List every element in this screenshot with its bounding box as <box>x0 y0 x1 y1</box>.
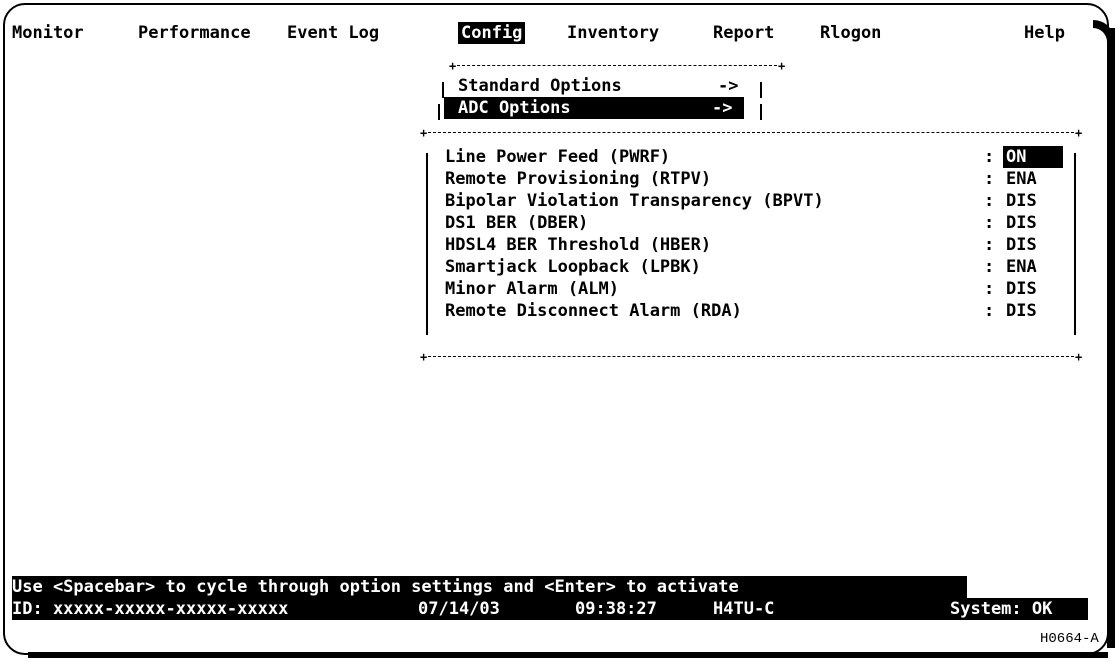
frame-shadow-right <box>1107 28 1115 648</box>
option-sep: : <box>984 235 995 255</box>
option-value-rda[interactable]: DIS <box>1006 300 1037 322</box>
panel-corner-br: + <box>1075 350 1083 364</box>
submenu-border-right-2 <box>760 104 762 120</box>
option-value-lpbk[interactable]: ENA <box>1006 256 1037 278</box>
status-time: 09:38:27 <box>575 599 657 619</box>
option-label-dber: DS1 BER (DBER) <box>445 213 589 233</box>
menu-config[interactable]: Config <box>458 22 526 44</box>
submenu-corner-tr: + <box>778 59 786 73</box>
status-date: 07/14/03 <box>418 599 500 619</box>
submenu-standard-arrow: -> <box>718 76 739 96</box>
submenu-border-right <box>760 82 762 98</box>
menu-inventory[interactable]: Inventory <box>567 22 659 44</box>
submenu-adc-options[interactable]: ADC Options <box>458 97 571 119</box>
option-value-hber[interactable]: DIS <box>1006 234 1037 256</box>
status-unit: H4TU-C <box>713 599 775 619</box>
option-sep: : <box>984 279 995 299</box>
panel-corner-tl: + <box>420 126 428 140</box>
menu-help[interactable]: Help <box>1024 22 1065 44</box>
option-label-bpvt: Bipolar Violation Transparency (BPVT) <box>445 191 824 211</box>
option-sep: : <box>984 301 995 321</box>
figure-id-label: H0664-A <box>1040 631 1099 647</box>
panel-corner-tr: + <box>1075 126 1083 140</box>
panel-border-bottom <box>428 356 1074 357</box>
submenu-standard-options[interactable]: Standard Options <box>458 75 622 97</box>
option-label-alm: Minor Alarm (ALM) <box>445 279 619 299</box>
menu-event-log[interactable]: Event Log <box>287 22 379 44</box>
option-sep: : <box>984 257 995 277</box>
hint-text: Use <Spacebar> to cycle through option s… <box>12 577 739 597</box>
submenu-adc-arrow: -> <box>712 98 733 118</box>
option-sep: : <box>984 213 995 233</box>
menu-rlogon[interactable]: Rlogon <box>820 22 881 44</box>
option-value-dber[interactable]: DIS <box>1006 212 1037 234</box>
option-sep: : <box>984 147 995 167</box>
panel-border-right <box>1074 153 1076 335</box>
panel-border-top <box>428 132 1074 133</box>
status-id: ID: xxxxx-xxxxx-xxxxx-xxxxx <box>12 599 289 619</box>
panel-corner-bl: + <box>420 350 428 364</box>
submenu-border-left-2 <box>438 104 440 120</box>
option-label-rda: Remote Disconnect Alarm (RDA) <box>445 301 742 321</box>
option-label-pwrf: Line Power Feed (PWRF) <box>445 147 671 167</box>
submenu-corner-tl: + <box>449 59 457 73</box>
menu-performance[interactable]: Performance <box>138 22 251 44</box>
option-label-rtpv: Remote Provisioning (RTPV) <box>445 169 712 189</box>
option-value-alm[interactable]: DIS <box>1006 278 1037 300</box>
menu-monitor[interactable]: Monitor <box>12 22 84 44</box>
option-label-lpbk: Smartjack Loopback (LPBK) <box>445 257 701 277</box>
menu-report[interactable]: Report <box>713 22 774 44</box>
option-label-hber: HDSL4 BER Threshold (HBER) <box>445 235 712 255</box>
option-value-pwrf[interactable]: ON <box>1003 146 1063 168</box>
option-sep: : <box>984 169 995 189</box>
status-system: System: OK <box>950 599 1053 619</box>
option-value-rtpv[interactable]: ENA <box>1006 168 1037 190</box>
option-value-bpvt[interactable]: DIS <box>1006 190 1037 212</box>
submenu-border-left <box>442 82 444 98</box>
frame-shadow-bottom <box>28 652 1108 658</box>
panel-border-left <box>426 153 428 335</box>
submenu-border-top <box>457 65 777 66</box>
option-sep: : <box>984 191 995 211</box>
